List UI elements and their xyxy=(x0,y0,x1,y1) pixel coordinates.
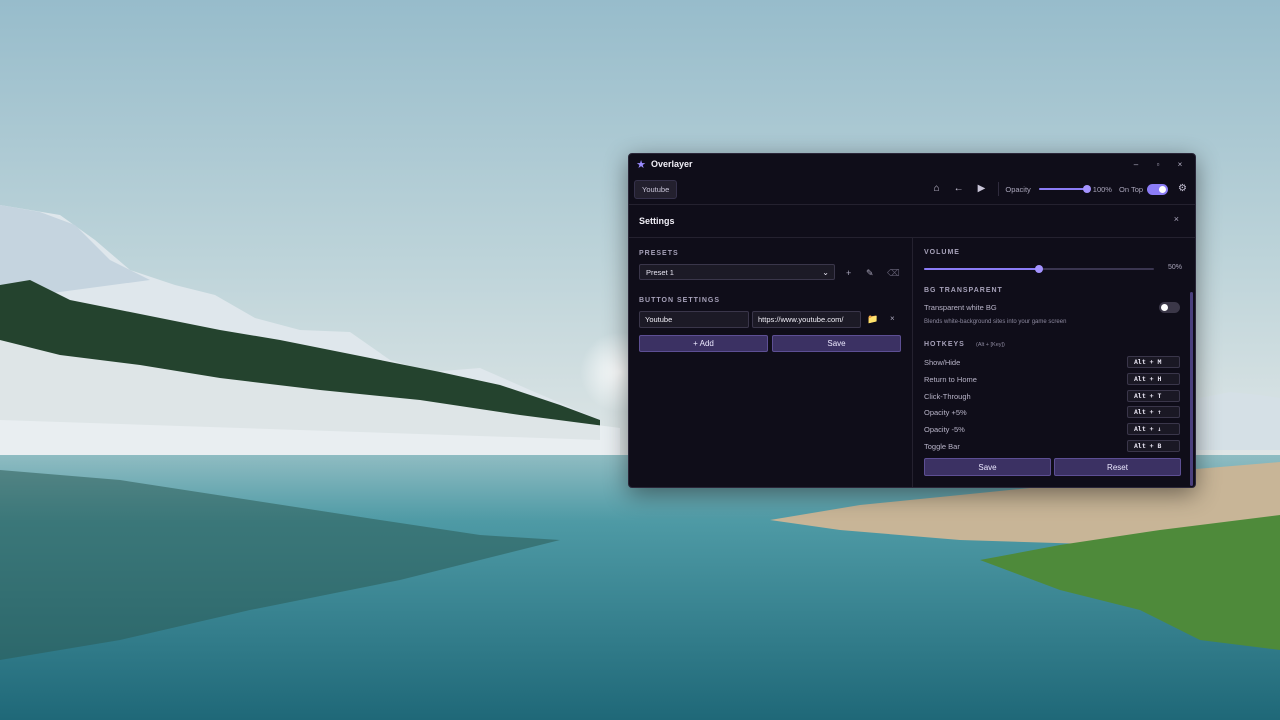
hotkey-keys[interactable]: Alt + H xyxy=(1127,373,1180,385)
add-preset-icon[interactable]: + xyxy=(846,268,851,278)
settings-title: Settings xyxy=(639,215,675,226)
overlayer-window: ★ Overlayer – ▫ × Youtube ⌂ ← ▶ Opacity … xyxy=(628,153,1196,488)
window-controls: – ▫ × xyxy=(1125,154,1191,174)
toolbar-controls: ⌂ ← ▶ Opacity 100% On Top ⚙ xyxy=(927,174,1187,204)
maximize-button[interactable]: ▫ xyxy=(1147,154,1169,174)
folder-icon[interactable]: 📁 xyxy=(867,314,878,325)
hotkey-keys[interactable]: Alt + ↓ xyxy=(1127,423,1180,435)
edit-preset-icon[interactable]: ✎ xyxy=(866,268,874,279)
button-name-field[interactable]: Youtube xyxy=(639,311,749,328)
hotkey-keys[interactable]: Alt + M xyxy=(1127,356,1180,368)
add-button[interactable]: + Add xyxy=(639,335,768,352)
hotkeys-sub-label: (Alt + [Key]) xyxy=(976,342,1005,348)
youtube-tab[interactable]: Youtube xyxy=(634,179,678,199)
play-icon[interactable]: ▶ xyxy=(978,184,986,194)
save-hotkeys-button[interactable]: Save xyxy=(924,458,1051,476)
volume-slider-handle[interactable] xyxy=(1035,265,1043,273)
preset-select[interactable]: Preset 1 ⌄ xyxy=(639,264,835,280)
title-bar[interactable]: ★ Overlayer – ▫ × xyxy=(629,154,1195,174)
on-top-toggle[interactable] xyxy=(1147,183,1169,195)
volume-label: VOLUME xyxy=(924,249,960,256)
remove-button-icon[interactable]: × xyxy=(890,314,895,323)
hotkey-action-label: Return to Home xyxy=(924,375,977,384)
hotkey-action-label: Click-Through xyxy=(924,392,971,401)
settings-close-icon[interactable]: × xyxy=(1174,214,1179,224)
star-icon: ★ xyxy=(636,158,646,171)
chevron-down-icon: ⌄ xyxy=(822,268,829,277)
hotkey-keys[interactable]: Alt + B xyxy=(1127,440,1180,452)
back-arrow-icon[interactable]: ← xyxy=(954,184,964,194)
transparent-bg-toggle[interactable] xyxy=(1159,302,1180,313)
hotkeys-label: HOTKEYS xyxy=(924,341,965,348)
bg-transparent-label: BG TRANSPARENT xyxy=(924,287,1003,294)
hotkey-action-label: Opacity -5% xyxy=(924,425,965,434)
delete-preset-icon[interactable]: ⌫ xyxy=(887,268,900,279)
button-settings-label: BUTTON SETTINGS xyxy=(639,297,720,304)
settings-header: Settings × xyxy=(629,204,1195,238)
transparent-bg-hint: Blends white-background sites into your … xyxy=(924,319,1067,325)
presets-label: PRESETS xyxy=(639,250,679,257)
preset-selected-value: Preset 1 xyxy=(646,267,674,277)
transparent-bg-option-label: Transparent white BG xyxy=(924,303,997,312)
toolbar: Youtube ⌂ ← ▶ Opacity 100% On Top ⚙ xyxy=(629,174,1195,205)
settings-right-pane: VOLUME 50% BG TRANSPARENT Transparent wh… xyxy=(912,238,1195,487)
hotkey-action-label: Toggle Bar xyxy=(924,442,960,451)
opacity-slider-handle[interactable] xyxy=(1082,185,1091,193)
home-icon[interactable]: ⌂ xyxy=(934,184,940,194)
on-top-label: On Top xyxy=(1118,184,1144,194)
hotkey-action-label: Show/Hide xyxy=(924,358,961,367)
toggle-knob xyxy=(1161,304,1168,311)
opacity-value: 100% xyxy=(1092,184,1112,194)
toolbar-divider xyxy=(998,182,1000,196)
gear-icon[interactable]: ⚙ xyxy=(1178,184,1187,194)
hotkey-keys[interactable]: Alt + ↑ xyxy=(1127,406,1180,418)
button-url-field[interactable]: https://www.youtube.com/ xyxy=(752,311,861,328)
opacity-slider-fill xyxy=(1038,188,1087,190)
settings-scrollbar[interactable] xyxy=(1190,292,1193,486)
close-button[interactable]: × xyxy=(1169,154,1191,174)
save-button-settings[interactable]: Save xyxy=(772,335,901,352)
volume-value: 50% xyxy=(1168,264,1183,271)
window-title: Overlayer xyxy=(651,159,693,169)
volume-slider-fill xyxy=(924,268,1039,270)
opacity-label: Opacity xyxy=(1005,184,1031,194)
minimize-button[interactable]: – xyxy=(1125,154,1147,174)
hotkey-keys[interactable]: Alt + T xyxy=(1127,390,1180,402)
opacity-slider[interactable] xyxy=(1038,185,1091,193)
volume-slider[interactable] xyxy=(924,265,1154,273)
reset-hotkeys-button[interactable]: Reset xyxy=(1054,458,1181,476)
settings-left-pane: PRESETS Preset 1 ⌄ + ✎ ⌫ BUTTON SETTINGS… xyxy=(629,238,911,487)
toggle-knob xyxy=(1159,185,1167,193)
hotkey-action-label: Opacity +5% xyxy=(924,408,967,417)
